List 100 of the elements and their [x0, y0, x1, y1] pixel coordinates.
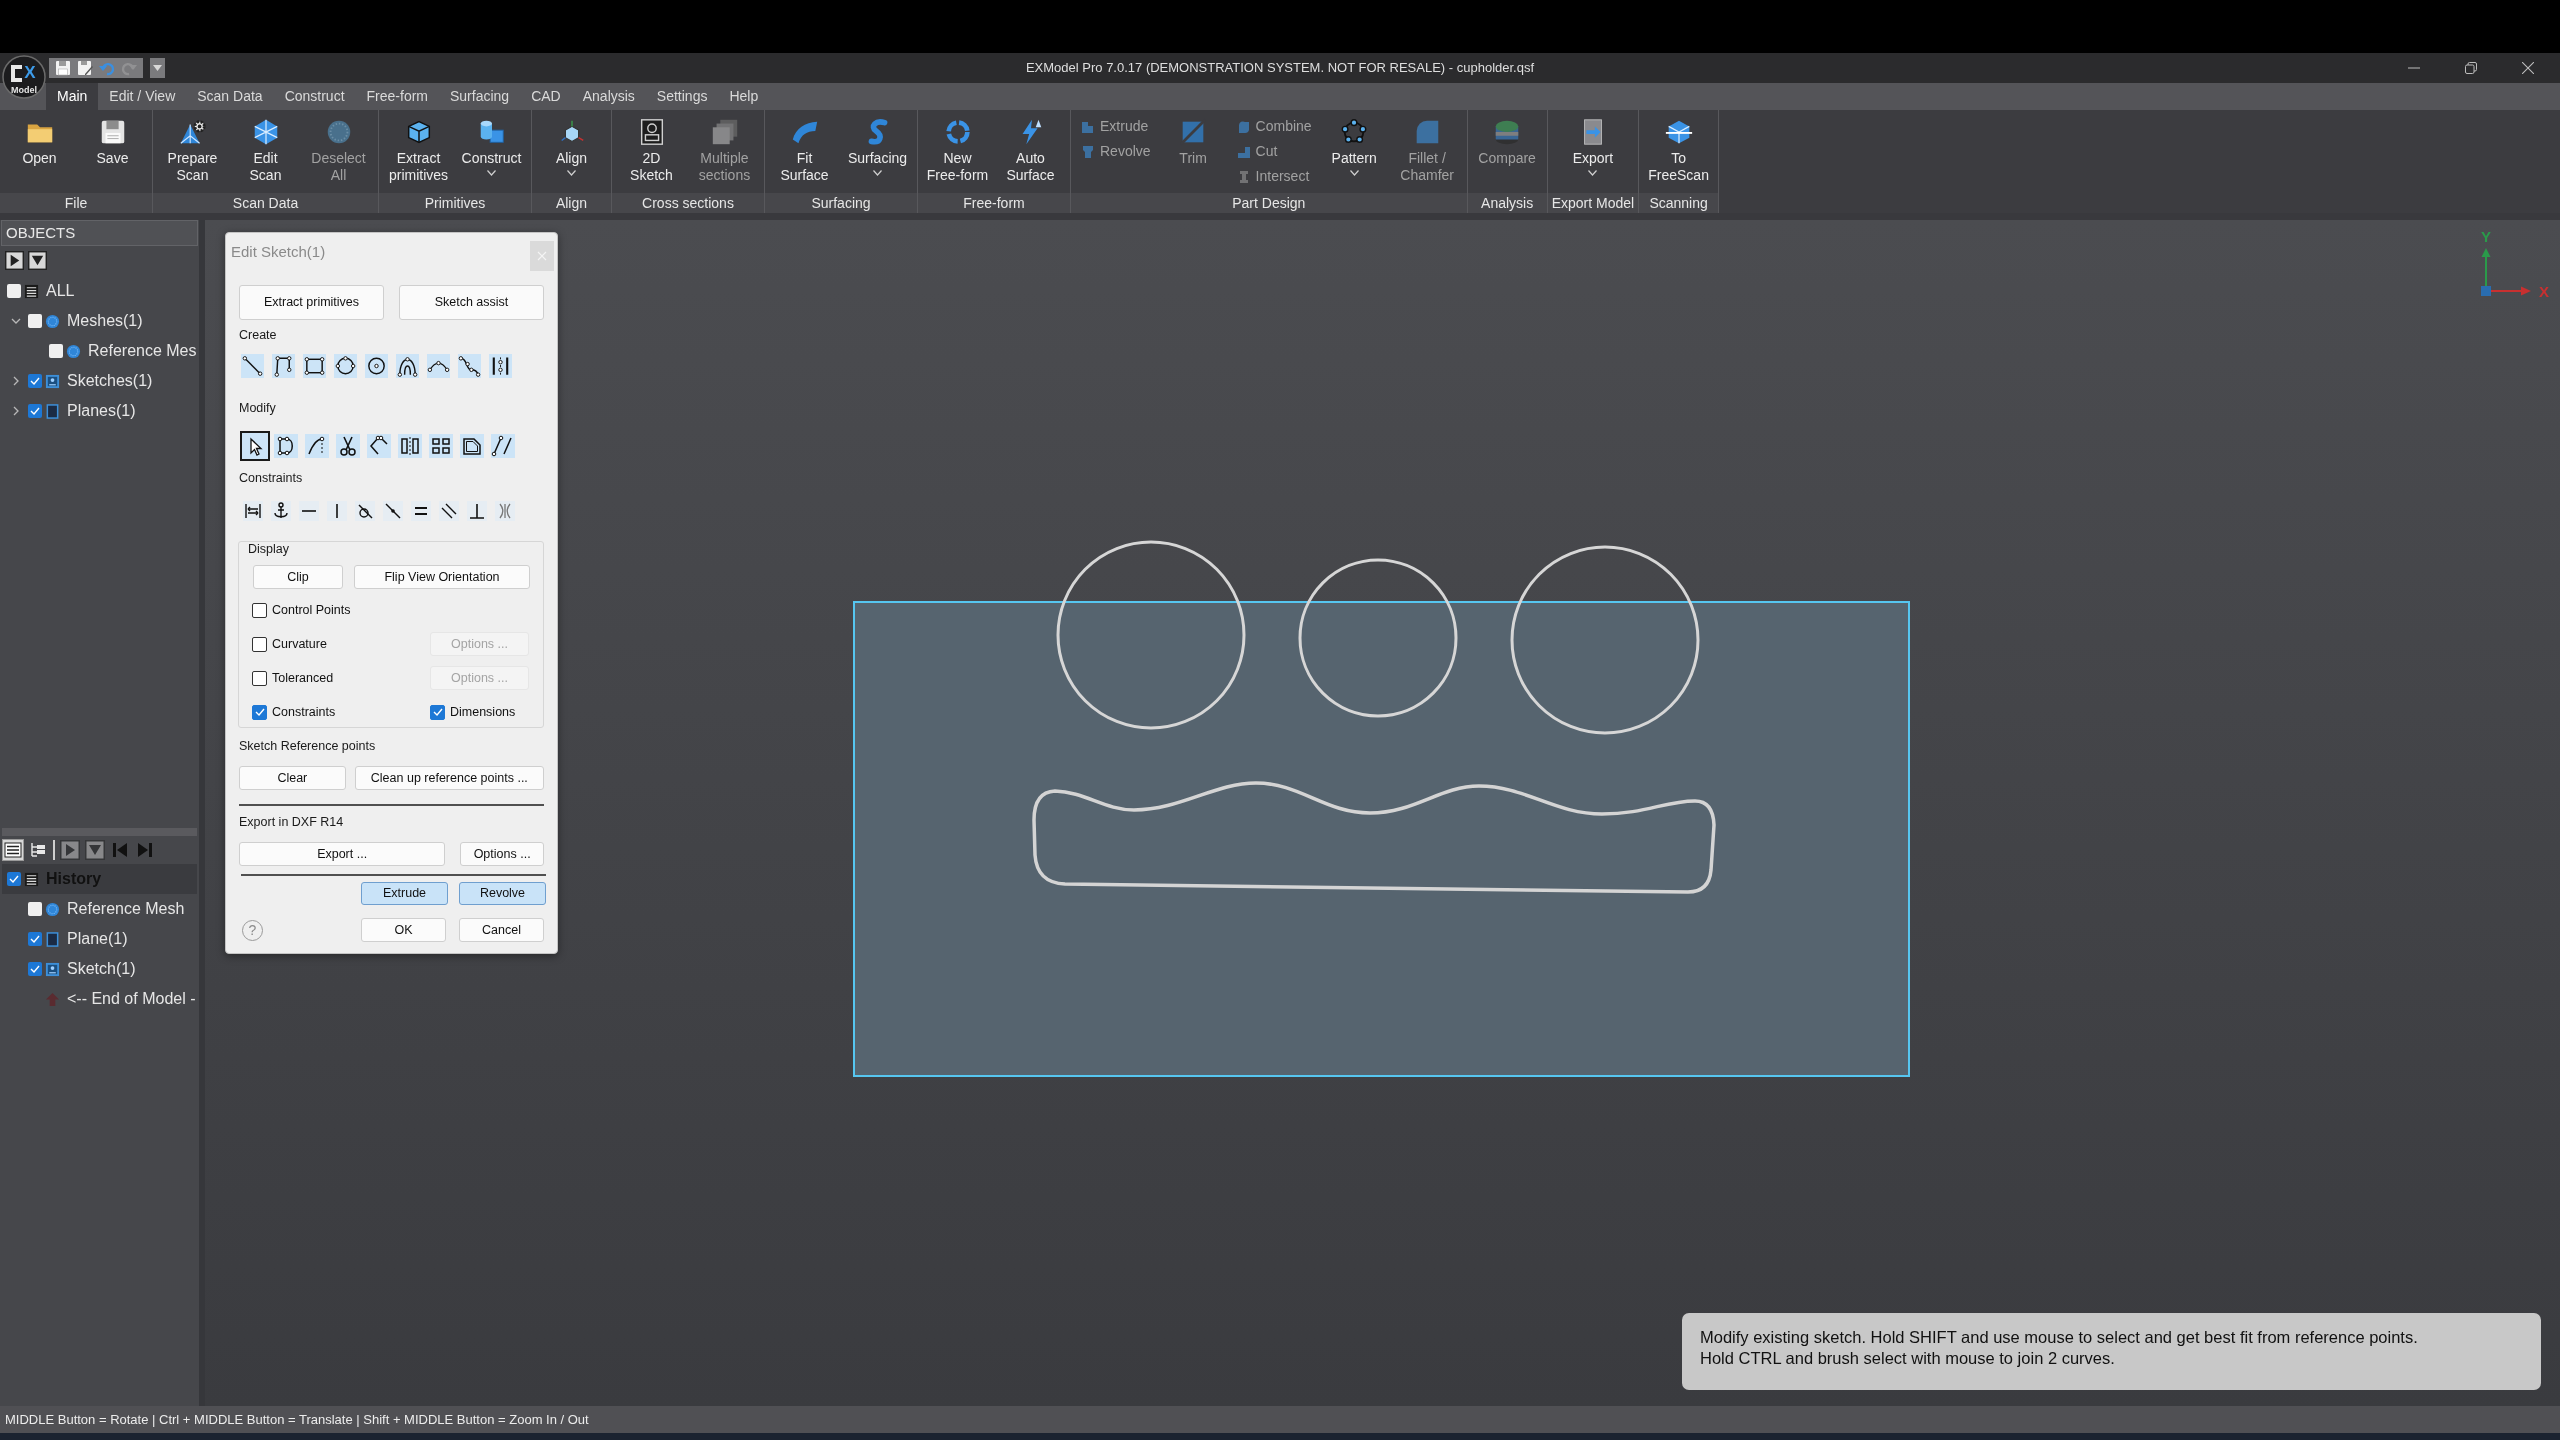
tangent-icon[interactable] [355, 501, 375, 521]
center-circle-tool-icon[interactable] [365, 354, 388, 378]
checkbox-label[interactable]: Curvature [272, 634, 327, 654]
dialog-button[interactable]: Export ... [239, 842, 446, 866]
line-tool-icon[interactable] [241, 354, 264, 378]
spline-tool-icon[interactable] [458, 354, 481, 378]
checkbox[interactable] [28, 314, 42, 328]
tree-item-label[interactable]: Sketches(1) [67, 369, 153, 393]
tree-item-label[interactable]: Plane(1) [67, 927, 128, 951]
equal-icon[interactable] [411, 501, 431, 521]
app-logo[interactable]: X Model [2, 55, 46, 99]
polyline-tool-icon[interactable] [272, 354, 295, 378]
menu-tab[interactable]: Edit / View [98, 83, 187, 110]
checkbox[interactable] [252, 704, 267, 720]
checkbox-label[interactable]: Dimensions [450, 702, 516, 722]
tree-item-label[interactable]: ALL [46, 279, 75, 303]
vertical-constraint-icon[interactable] [327, 501, 347, 521]
checkbox[interactable] [252, 636, 267, 652]
distance-constraint-icon[interactable] [243, 501, 263, 521]
tree-item-label[interactable]: Reference Mesh [67, 897, 185, 921]
tree-item-label[interactable]: Sketch(1) [67, 957, 136, 981]
checkbox-label[interactable]: Toleranced [272, 668, 334, 688]
close-icon[interactable] [2522, 62, 2534, 74]
menu-tab[interactable]: Main [46, 83, 99, 110]
anchor-icon[interactable] [271, 501, 291, 521]
surfacing-button[interactable]: Surfacing [841, 110, 914, 176]
tree-item-label[interactable]: Reference Mes [88, 339, 197, 363]
horizontal-constraint-icon[interactable] [299, 501, 319, 521]
align-button[interactable]: Align [535, 110, 608, 176]
edit-scan-button[interactable]: Edit Scan [229, 110, 302, 184]
checkbox[interactable] [7, 284, 21, 298]
dialog-button[interactable]: Extrude [361, 882, 448, 905]
checkbox[interactable] [28, 902, 42, 916]
three-point-circle-tool-icon[interactable] [334, 354, 357, 378]
save-icon[interactable] [55, 60, 71, 76]
dialog-button[interactable]: Revolve [459, 882, 546, 905]
tree-item-label[interactable]: Meshes(1) [67, 309, 143, 333]
menu-tab[interactable]: Construct [273, 83, 356, 110]
open-button[interactable]: Open [3, 110, 76, 167]
dialog-button[interactable]: Options ... [460, 842, 544, 866]
parallel-lines-tool-icon[interactable] [489, 354, 512, 378]
menu-tab[interactable]: Free-form [355, 83, 439, 110]
pointer-icon[interactable] [240, 431, 270, 461]
chevron-down-icon[interactable] [10, 316, 21, 326]
auto-surface-button[interactable]: Auto Surface [994, 110, 1067, 184]
pattern-button[interactable]: Pattern [1317, 110, 1391, 176]
scissors-icon[interactable] [336, 434, 360, 458]
tree-item-label[interactable]: Planes(1) [67, 399, 136, 423]
checkbox-label[interactable]: Control Points [272, 600, 351, 620]
menu-tab[interactable]: Scan Data [186, 83, 274, 110]
checkbox[interactable] [430, 704, 445, 720]
play-icon[interactable] [5, 250, 24, 270]
chamfer-shape-icon[interactable] [460, 434, 484, 458]
slanted-lines-icon[interactable] [491, 434, 515, 458]
curve-extend-icon[interactable] [305, 434, 329, 458]
checkbox[interactable] [49, 344, 63, 358]
spline-arch-tool-icon[interactable] [396, 354, 419, 378]
checkbox[interactable] [28, 932, 42, 946]
checkbox[interactable] [7, 872, 21, 886]
menu-tab[interactable]: Surfacing [439, 83, 521, 110]
extract-primitives-button[interactable]: Extract primitives [382, 110, 455, 184]
d-shape-points-icon[interactable] [274, 434, 298, 458]
dialog-button[interactable]: Sketch assist [399, 285, 544, 320]
rectangle-tool-icon[interactable] [303, 354, 326, 378]
save-button[interactable]: Save [76, 110, 149, 167]
checkbox[interactable] [252, 602, 267, 618]
restore-icon[interactable] [2465, 62, 2477, 74]
triangle-down-icon[interactable] [28, 250, 47, 270]
corner-icon[interactable] [367, 434, 391, 458]
dialog-button[interactable]: Flip View Orientation [354, 565, 530, 589]
menu-tab[interactable]: Settings [645, 83, 719, 110]
mirror-bars-icon[interactable] [398, 434, 422, 458]
skip-to-start-icon[interactable] [110, 840, 130, 860]
dialog-button[interactable]: Clean up reference points ... [354, 766, 544, 790]
grid-squares-icon[interactable] [429, 434, 453, 458]
save-as-icon[interactable] [77, 60, 93, 76]
checkbox[interactable] [28, 404, 42, 418]
checkbox[interactable] [28, 374, 42, 388]
3d-viewport[interactable] [205, 220, 2560, 1406]
to-freescan-button[interactable]: To FreeScan [1642, 110, 1716, 184]
tree-item-label[interactable]: <-- End of Model - [67, 987, 196, 1011]
parallel-constraint-icon[interactable] [439, 501, 459, 521]
symmetry-icon[interactable] [495, 501, 515, 521]
perpendicular-icon[interactable] [467, 501, 487, 521]
dialog-button[interactable]: Clip [253, 565, 343, 589]
prepare-scan-button[interactable]: Prepare Scan [156, 110, 229, 184]
dialog-button[interactable]: Clear [239, 766, 346, 790]
menu-tab[interactable]: Help [718, 83, 770, 110]
arc-tool-icon[interactable] [427, 354, 450, 378]
list-icon[interactable] [3, 840, 23, 860]
tree-structure-icon[interactable] [28, 840, 48, 860]
menu-tab[interactable]: Analysis [571, 83, 646, 110]
new-free-form-button[interactable]: New Free-form [921, 110, 994, 184]
checkbox[interactable] [28, 962, 42, 976]
checkbox-label[interactable]: Constraints [272, 702, 336, 722]
dialog-button[interactable]: OK [361, 918, 446, 942]
customize-toolbar-button[interactable] [150, 58, 165, 78]
construct-button[interactable]: Construct [455, 110, 528, 176]
checkbox[interactable] [252, 670, 267, 686]
coincident-icon[interactable] [383, 501, 403, 521]
